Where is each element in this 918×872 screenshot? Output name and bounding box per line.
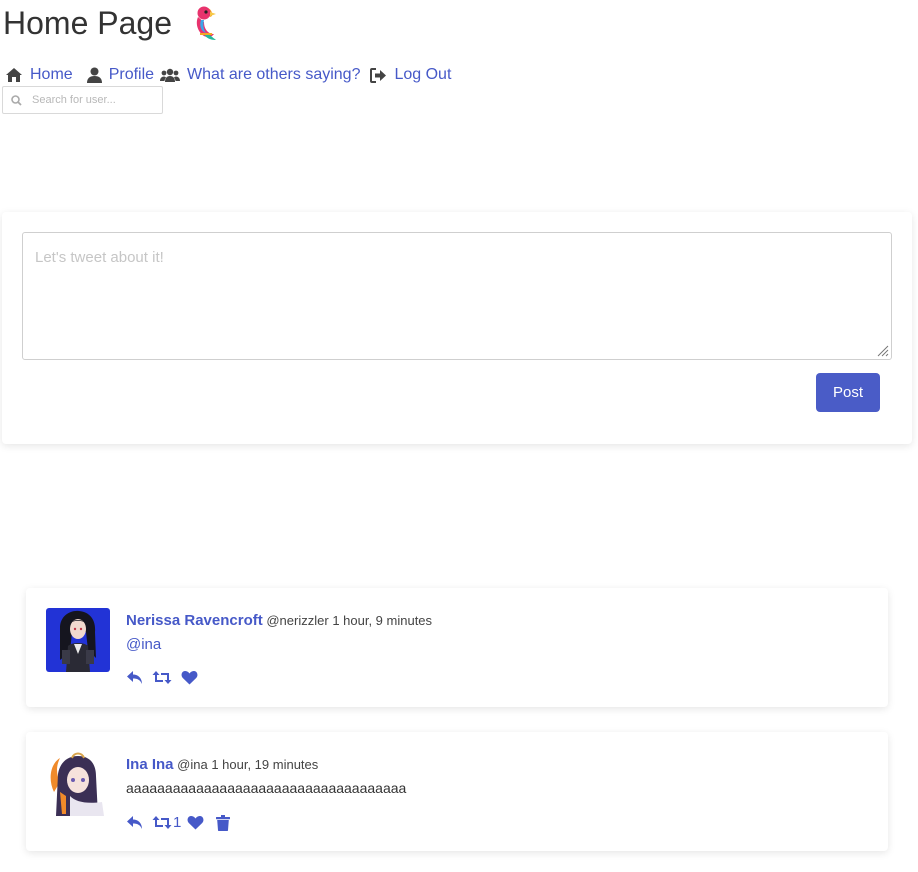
tweet-author-name[interactable]: Nerissa Ravencroft bbox=[126, 612, 263, 629]
tweet-card: Nerissa Ravencroft @nerizzler 1 hour, 9 … bbox=[26, 588, 888, 707]
retweet-icon bbox=[152, 816, 172, 829]
home-icon bbox=[6, 68, 22, 82]
user-search bbox=[2, 86, 163, 114]
tweet-actions bbox=[126, 670, 207, 685]
tweet-handle: @ina bbox=[177, 757, 208, 772]
tweet-author-name[interactable]: Ina Ina bbox=[126, 756, 174, 773]
resize-handle-icon[interactable] bbox=[875, 343, 889, 357]
reply-button[interactable] bbox=[126, 815, 143, 830]
like-button[interactable] bbox=[181, 670, 198, 685]
avatar[interactable] bbox=[46, 608, 110, 672]
tweet-compose-input[interactable] bbox=[22, 232, 892, 360]
retweet-count: 1 bbox=[173, 814, 182, 831]
page-title-text: Home Page bbox=[3, 5, 172, 41]
user-icon bbox=[86, 67, 102, 83]
compose-card: Post bbox=[2, 212, 912, 444]
retweet-icon bbox=[152, 671, 172, 684]
trash-icon bbox=[216, 814, 231, 831]
delete-button[interactable] bbox=[216, 814, 231, 831]
tweet-time: 1 hour, 19 minutes bbox=[211, 757, 319, 772]
nav-others-label: What are others saying? bbox=[187, 66, 361, 83]
tweet-actions: 1 bbox=[126, 814, 239, 831]
reply-icon bbox=[127, 671, 142, 684]
heart-icon bbox=[181, 670, 198, 685]
retweet-button[interactable] bbox=[152, 670, 172, 685]
tweet-text[interactable]: @ina bbox=[126, 636, 161, 653]
tweet-text: aaaaaaaaaaaaaaaaaaaaaaaaaaaaaaaaaaaa bbox=[126, 780, 407, 796]
tweet-header: Ina Ina @ina 1 hour, 19 minutes bbox=[126, 756, 318, 773]
nav-home-label: Home bbox=[30, 66, 73, 83]
sign-out-icon bbox=[370, 67, 387, 83]
tweet-header: Nerissa Ravencroft @nerizzler 1 hour, 9 … bbox=[126, 612, 432, 629]
reply-button[interactable] bbox=[126, 670, 143, 685]
nav-logout[interactable]: Log Out bbox=[370, 64, 451, 86]
post-button[interactable]: Post bbox=[816, 373, 880, 412]
nav-home[interactable]: Home bbox=[5, 64, 73, 86]
tweet-card: Ina Ina @ina 1 hour, 19 minutes aaaaaaaa… bbox=[26, 732, 888, 851]
page-title: Home Page bbox=[3, 2, 220, 44]
avatar[interactable] bbox=[46, 752, 110, 816]
retweet-button[interactable]: 1 bbox=[152, 814, 181, 831]
users-icon bbox=[160, 68, 181, 82]
heart-icon bbox=[187, 815, 204, 830]
tweet-handle: @nerizzler bbox=[266, 613, 329, 628]
nav-profile[interactable]: Profile bbox=[86, 64, 155, 86]
reply-icon bbox=[127, 816, 142, 829]
search-input[interactable] bbox=[30, 93, 159, 107]
main-nav: Home Profile What are others saying? Log… bbox=[5, 64, 457, 86]
nav-others[interactable]: What are others saying? bbox=[160, 64, 360, 86]
parrot-logo-icon bbox=[186, 4, 220, 42]
like-button[interactable] bbox=[187, 815, 204, 830]
nav-logout-label: Log Out bbox=[394, 66, 452, 83]
search-icon bbox=[11, 94, 22, 106]
nav-profile-label: Profile bbox=[108, 66, 155, 83]
tweet-time: 1 hour, 9 minutes bbox=[332, 613, 433, 628]
